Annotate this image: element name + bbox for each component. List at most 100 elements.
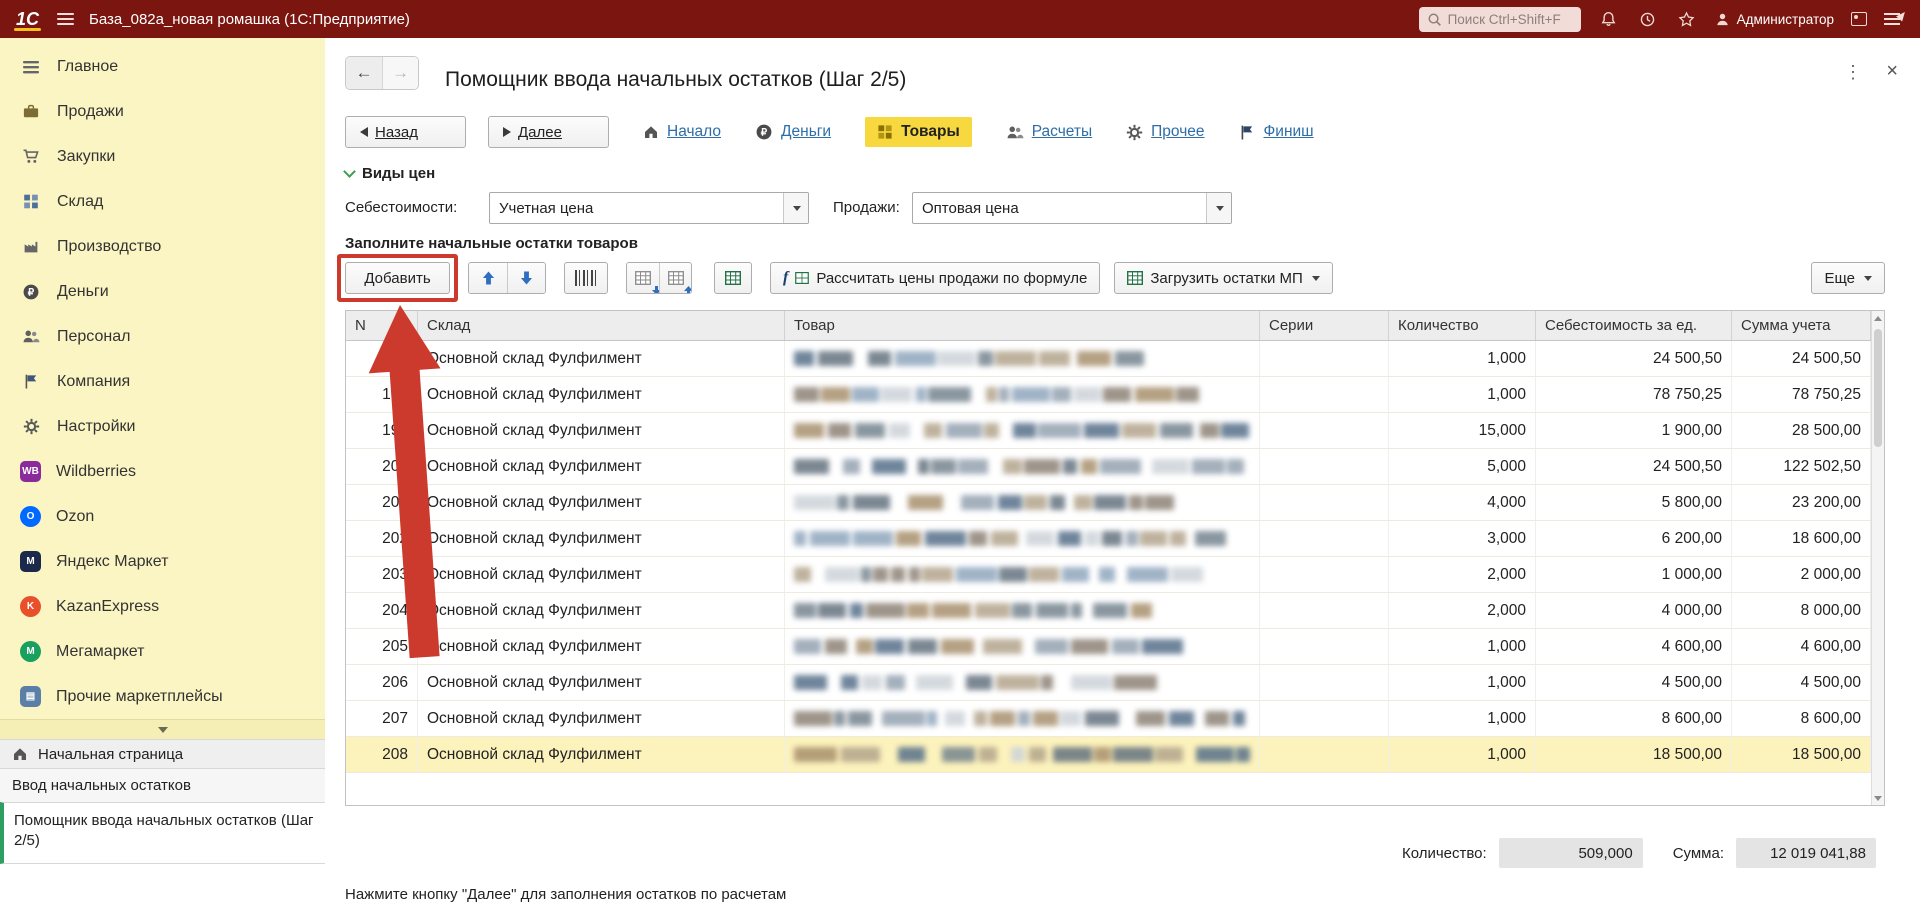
- blurred-product-name: [794, 351, 1144, 366]
- page-title: Помощник ввода начальных остатков (Шаг 2…: [445, 68, 907, 91]
- chevron-down-icon[interactable]: [1206, 193, 1231, 223]
- favorites-star-icon[interactable]: [1676, 8, 1698, 30]
- table-row[interactable]: 198 Основной склад Фулфилмент 1,000 78 750,…: [346, 377, 1884, 413]
- sidebar-item-wildberries[interactable]: WB Wildberries: [0, 449, 325, 494]
- add-button[interactable]: Добавить: [345, 262, 450, 294]
- cell-goods: [785, 557, 1260, 592]
- cost-price-combo[interactable]: Учетная цена: [489, 192, 809, 224]
- more-menu-icon[interactable]: ⋮: [1844, 62, 1862, 83]
- history-icon[interactable]: [1637, 8, 1659, 30]
- search-placeholder: Поиск Ctrl+Shift+F: [1447, 11, 1561, 27]
- wizard-step-finish[interactable]: Финиш: [1239, 123, 1314, 141]
- tab-initial-balances[interactable]: Ввод начальных остатков: [0, 768, 325, 802]
- price-types-section-toggle[interactable]: Виды цен: [343, 165, 435, 182]
- scroll-up-icon[interactable]: [1872, 311, 1884, 325]
- barcode-button[interactable]: [564, 262, 608, 294]
- sidebar-item-yandex-market[interactable]: М Яндекс Маркет: [0, 539, 325, 584]
- calc-prices-button[interactable]: f Рассчитать цены продажи по формуле: [770, 262, 1101, 294]
- yandex-market-icon: М: [20, 551, 41, 572]
- wizard-step-dengi[interactable]: ₽ Деньги: [755, 123, 831, 141]
- cell-goods: [785, 629, 1260, 664]
- goods-icon: [877, 124, 893, 140]
- wizard-step-nachalo[interactable]: Начало: [643, 123, 721, 141]
- sidebar-item-other-marketplaces[interactable]: ▤ Прочие маркетплейсы: [0, 674, 325, 719]
- column-header-goods[interactable]: Товар: [785, 311, 1260, 340]
- sidebar-item-label: Прочие маркетплейсы: [56, 687, 223, 705]
- blurred-product-name: [794, 423, 1249, 438]
- sidebar-item-kazanexpress[interactable]: K KazanExpress: [0, 584, 325, 629]
- service-menu-icon[interactable]: [1884, 10, 1902, 28]
- table-row[interactable]: 206 Основной склад Фулфилмент 1,000 4 500,0…: [346, 665, 1884, 701]
- more-label: Еще: [1824, 269, 1855, 287]
- sidebar-item-settings[interactable]: Настройки: [0, 404, 325, 449]
- cell-quantity: 1,000: [1389, 737, 1536, 772]
- unload-to-file-button[interactable]: [659, 263, 691, 293]
- wizard-step-prochee[interactable]: Прочее: [1126, 123, 1205, 141]
- sidebar-item-sales[interactable]: Продажи: [0, 89, 325, 134]
- table-row[interactable]: 208 Основной склад Фулфилмент 1,000 18 500,…: [346, 737, 1884, 773]
- cart-icon: [20, 146, 42, 168]
- back-button[interactable]: ←: [346, 57, 382, 89]
- close-icon[interactable]: ×: [1886, 60, 1898, 83]
- move-down-button[interactable]: [507, 263, 545, 293]
- load-mp-button[interactable]: Загрузить остатки МП: [1114, 262, 1333, 294]
- wizard-step-label: Начало: [667, 123, 722, 140]
- barcode-icon: [575, 270, 597, 286]
- more-button[interactable]: Еще: [1811, 262, 1885, 294]
- main-menu-icon[interactable]: [57, 10, 75, 28]
- move-up-button[interactable]: [469, 263, 507, 293]
- sidebar-item-company[interactable]: Компания: [0, 359, 325, 404]
- table-row[interactable]: 207 Основной склад Фулфилмент 1,000 8 600,0…: [346, 701, 1884, 737]
- column-header-unit-cost[interactable]: Себестоимость за ед.: [1536, 311, 1732, 340]
- sidebar-item-megamarket[interactable]: М Мегамаркет: [0, 629, 325, 674]
- table-row[interactable]: 202 Основной склад Фулфилмент 3,000 6 200,0…: [346, 521, 1884, 557]
- table-row[interactable]: 200 Основной склад Фулфилмент 5,000 24 500,…: [346, 449, 1884, 485]
- table-row[interactable]: 201 Основной склад Фулфилмент 4,000 5 800,0…: [346, 485, 1884, 521]
- forward-button[interactable]: →: [382, 57, 418, 89]
- table-row[interactable]: 197 Основной склад Фулфилмент 1,000 24 500,…: [346, 341, 1884, 377]
- vertical-scrollbar[interactable]: [1871, 311, 1884, 805]
- fill-from-file-button[interactable]: [627, 263, 661, 293]
- goods-table: N Склад Товар Серии Количество Себестоимость …: [345, 310, 1885, 806]
- tab-balances-wizard-active[interactable]: Помощник ввода начальных остатков (Шаг 2…: [0, 802, 325, 864]
- sidebar-collapse[interactable]: [0, 719, 325, 739]
- wizard-step-raschety[interactable]: Расчеты: [1006, 123, 1092, 141]
- chevron-down-icon[interactable]: [783, 193, 808, 223]
- column-header-warehouse[interactable]: Склад: [418, 311, 785, 340]
- sidebar-item-warehouse[interactable]: Склад: [0, 179, 325, 224]
- table-row[interactable]: 199 Основной склад Фулфилмент 15,000 1 900,…: [346, 413, 1884, 449]
- wizard-step-tovary[interactable]: Товары: [865, 117, 972, 147]
- table-row[interactable]: 203 Основной склад Фулфилмент 2,000 1 000,0…: [346, 557, 1884, 593]
- cell-unit-cost: 24 500,50: [1536, 341, 1732, 376]
- sidebar-item-main[interactable]: Главное: [0, 44, 325, 89]
- cost-price-value: Учетная цена: [499, 199, 594, 217]
- table-row[interactable]: 205 Основной склад Фулфилмент 1,000 4 600,0…: [346, 629, 1884, 665]
- nazad-button[interactable]: Назад: [345, 116, 466, 148]
- sidebar-item-ozon[interactable]: O Ozon: [0, 494, 325, 539]
- global-search-input[interactable]: Поиск Ctrl+Shift+F: [1418, 6, 1581, 32]
- cell-goods: [785, 485, 1260, 520]
- cell-unit-cost: 8 600,00: [1536, 701, 1732, 736]
- sidebar-item-production[interactable]: Производство: [0, 224, 325, 269]
- cell-total: 28 500,00: [1732, 413, 1871, 448]
- dalee-button[interactable]: Далее: [488, 116, 609, 148]
- cell-quantity: 1,000: [1389, 341, 1536, 376]
- column-header-quantity[interactable]: Количество: [1389, 311, 1536, 340]
- tab-home-page[interactable]: Начальная страница: [0, 739, 325, 768]
- table-row[interactable]: 204 Основной склад Фулфилмент 2,000 4 000,0…: [346, 593, 1884, 629]
- cell-series: [1260, 665, 1389, 700]
- sidebar-item-purchases[interactable]: Закупки: [0, 134, 325, 179]
- sidebar-item-staff[interactable]: Персонал: [0, 314, 325, 359]
- profile-card-icon[interactable]: [1851, 12, 1867, 26]
- column-header-series[interactable]: Серии: [1260, 311, 1389, 340]
- column-header-total[interactable]: Сумма учета: [1732, 311, 1871, 340]
- arrow-up-icon: [684, 286, 691, 293]
- sale-price-combo[interactable]: Оптовая цена: [912, 192, 1232, 224]
- excel-button[interactable]: [714, 262, 752, 294]
- sidebar-item-money[interactable]: ₽ Деньги: [0, 269, 325, 314]
- column-header-n[interactable]: N: [346, 311, 418, 340]
- user-menu[interactable]: Администратор: [1715, 12, 1834, 27]
- notifications-bell-icon[interactable]: [1598, 8, 1620, 30]
- scroll-down-icon[interactable]: [1872, 791, 1884, 805]
- scrollbar-thumb[interactable]: [1874, 329, 1882, 447]
